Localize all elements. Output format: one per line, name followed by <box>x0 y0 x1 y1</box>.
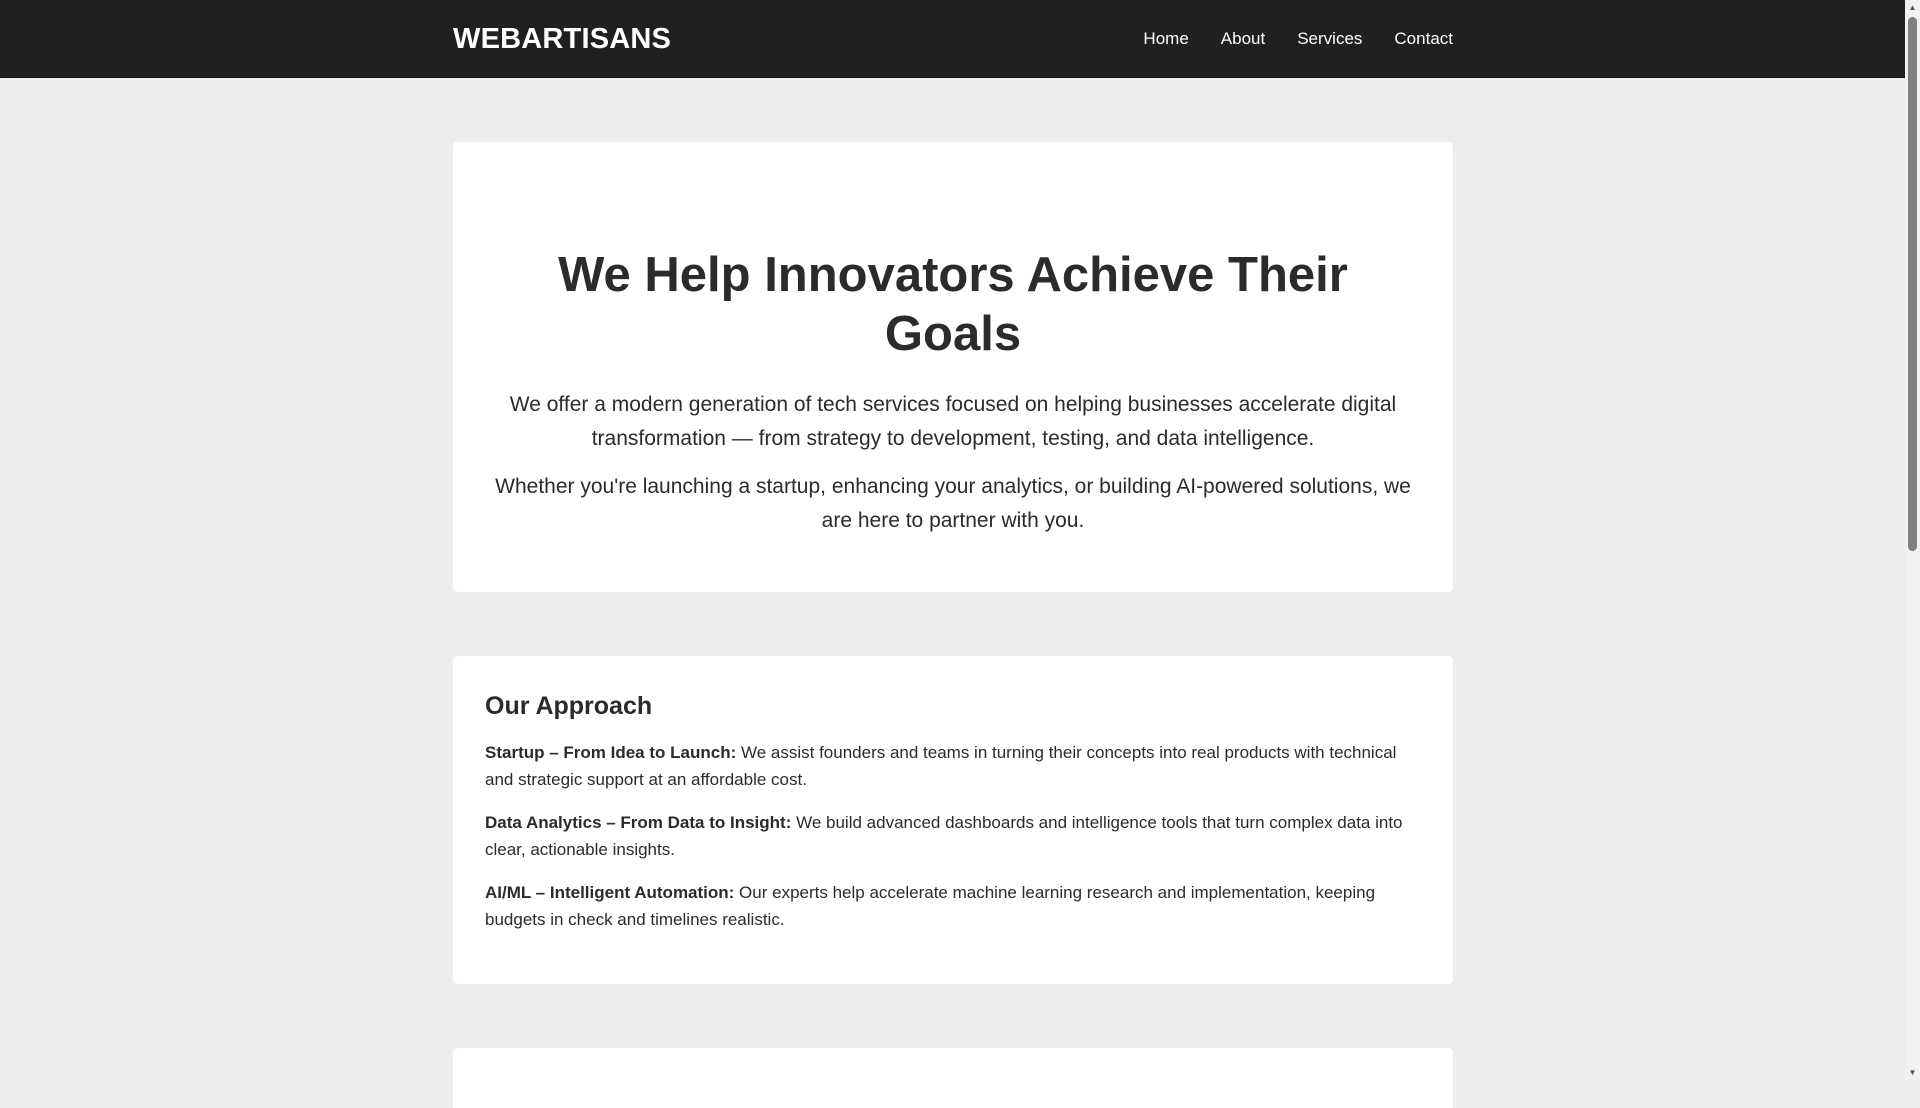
approach-item-startup: Startup – From Idea to Launch: We assist… <box>485 739 1421 793</box>
scrollbar-thumb[interactable] <box>1908 17 1917 551</box>
scroll-up-arrow-icon[interactable]: ▲ <box>1905 0 1920 15</box>
header-inner: WEBARTISANS Home About Services Contact <box>453 0 1453 78</box>
nav-link-contact[interactable]: Contact <box>1394 29 1453 49</box>
hero-paragraph-1: We offer a modern generation of tech ser… <box>509 392 1397 450</box>
approach-item-heading: Data Analytics – From Data to Insight: <box>485 813 792 832</box>
next-section-card <box>453 1048 1453 1108</box>
main-nav: Home About Services Contact <box>1143 29 1453 49</box>
site-header: WEBARTISANS Home About Services Contact <box>0 0 1905 78</box>
nav-link-services[interactable]: Services <box>1297 29 1362 49</box>
nav-link-home[interactable]: Home <box>1143 29 1188 49</box>
approach-section: Our Approach Startup – From Idea to Laun… <box>453 656 1453 984</box>
site-logo[interactable]: WEBARTISANS <box>453 23 671 56</box>
approach-item-heading: AI/ML – Intelligent Automation: <box>485 883 735 902</box>
approach-title: Our Approach <box>485 692 653 720</box>
main-content: We Help Innovators Achieve Their Goals W… <box>453 142 1453 1108</box>
scroll-down-arrow-icon[interactable]: ▼ <box>1905 1065 1920 1080</box>
nav-link-about[interactable]: About <box>1221 29 1265 49</box>
approach-item-ai-ml: AI/ML – Intelligent Automation: Our expe… <box>485 879 1421 933</box>
hero-paragraph-2: Whether you're launching a startup, enha… <box>495 474 1411 532</box>
vertical-scrollbar[interactable]: ▲ ▼ <box>1905 0 1920 1080</box>
hero-section: We Help Innovators Achieve Their Goals W… <box>453 142 1453 592</box>
approach-item-heading: Startup – From Idea to Launch: <box>485 743 737 762</box>
hero-title: We Help Innovators Achieve Their Goals <box>558 248 1348 361</box>
approach-item-data-analytics: Data Analytics – From Data to Insight: W… <box>485 809 1421 863</box>
